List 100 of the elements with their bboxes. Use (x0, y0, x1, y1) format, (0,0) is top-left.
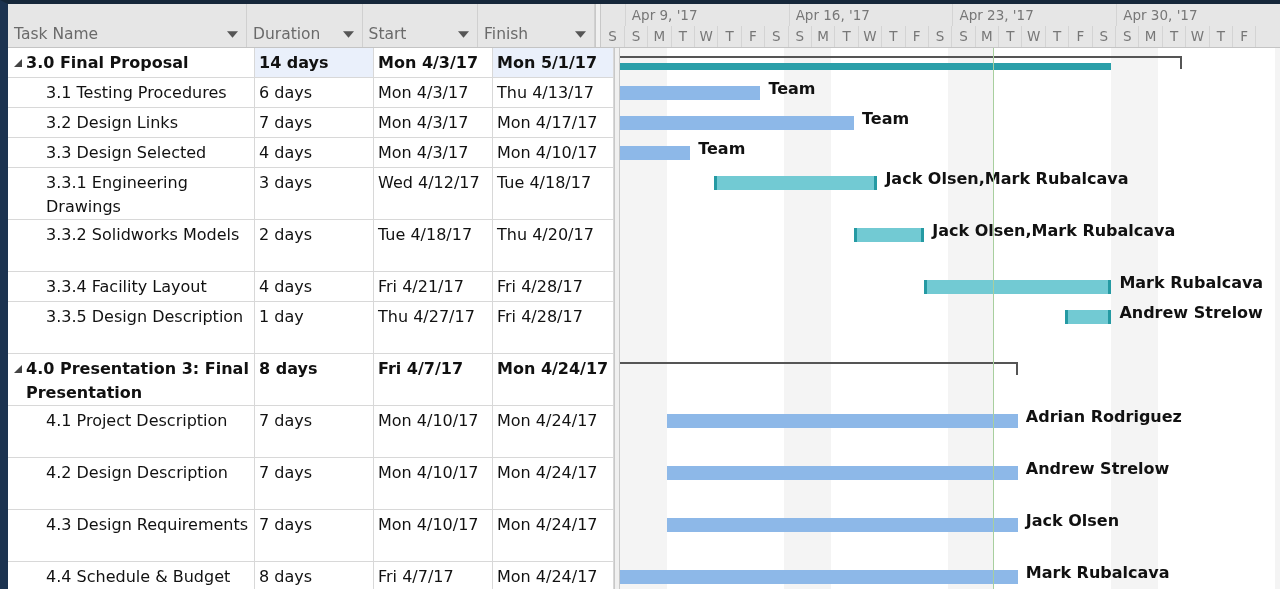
task-name: 4.1 Project Description (46, 410, 228, 432)
day-label: W (863, 28, 877, 44)
day-label: S (795, 28, 805, 44)
finish-cell-text: Mon 4/10/17 (497, 142, 598, 164)
task-name: 4.0 Presentation 3: Final Presentation (26, 358, 250, 404)
resource-label: Team (768, 79, 816, 98)
start-cell-text: Mon 4/10/17 (378, 462, 479, 484)
day-label: S (935, 28, 945, 44)
day-label: M (653, 28, 666, 44)
duration-cell-text: 8 days (259, 358, 318, 380)
column-header[interactable]: Task Name (14, 25, 99, 43)
duration-cell-text: 7 days (259, 462, 313, 484)
day-label: F (1240, 28, 1249, 44)
day-label: M (817, 28, 829, 44)
column-header[interactable]: Finish (484, 25, 529, 43)
start-cell-text: Mon 4/10/17 (378, 514, 479, 536)
start-cell-text: Mon 4/3/17 (378, 142, 469, 164)
day-label: W (699, 28, 713, 44)
start-cell-text: Fri 4/7/17 (378, 358, 464, 380)
task-name: 3.3.2 Solidworks Models (46, 224, 240, 246)
day-label: M (981, 28, 993, 44)
duration-cell-text: 6 days (259, 82, 313, 104)
day-label: S (1099, 28, 1109, 44)
day-label: F (912, 28, 921, 44)
finish-cell-text: Fri 4/28/17 (497, 306, 583, 328)
finish-cell-text: Mon 4/24/17 (497, 410, 598, 432)
finish-cell-text: Mon 4/17/17 (497, 112, 598, 134)
start-cell-text: Fri 4/21/17 (378, 276, 464, 298)
duration-cell-text: 8 days (259, 566, 313, 588)
finish-cell-text: Fri 4/28/17 (497, 276, 583, 298)
task-name: 4.3 Design Requirements (46, 514, 249, 536)
finish-cell-text: Tue 4/18/17 (497, 172, 592, 194)
resource-label: Mark Rubalcava (1025, 563, 1170, 582)
day-label: M (1144, 28, 1157, 44)
finish-cell-text: Mon 4/24/17 (497, 514, 598, 536)
start-cell-text: Tue 4/18/17 (378, 224, 473, 246)
resource-label: Mark Rubalcava (1119, 273, 1264, 292)
resource-label: Jack Olsen,Mark Rubalcava (885, 169, 1129, 188)
start-cell-text: Thu 4/27/17 (378, 306, 475, 328)
duration-cell-text: 1 day (259, 306, 304, 328)
day-label: F (749, 28, 757, 44)
day-label: T (678, 28, 687, 44)
day-label: T (725, 28, 734, 44)
dropdown-icon[interactable] (342, 31, 354, 38)
week-label: Apr 9, '17 (631, 7, 698, 23)
task-name: 3.3.4 Facility Layout (46, 276, 207, 298)
week-label: Apr 23, '17 (959, 7, 1034, 23)
duration-cell-text: 2 days (259, 224, 313, 246)
finish-cell-text: Mon 4/24/17 (497, 462, 598, 484)
resource-label: Andrew Strelow (1119, 303, 1263, 322)
day-label: F (1076, 28, 1085, 44)
day-label: W (1027, 28, 1041, 44)
day-label: T (1169, 28, 1179, 44)
collapse-icon[interactable] (14, 365, 22, 373)
start-cell-text: Mon 4/3/17 (378, 52, 479, 74)
resource-label: Team (862, 109, 910, 128)
task-name: 3.2 Design Links (46, 112, 178, 134)
start-cell-text: Mon 4/3/17 (378, 112, 469, 134)
duration-cell-text: 7 days (259, 514, 313, 536)
dropdown-icon[interactable] (458, 31, 470, 38)
day-label: T (1052, 28, 1062, 44)
dropdown-icon[interactable] (227, 31, 239, 38)
column-header[interactable]: Duration (253, 25, 321, 43)
finish-cell-text: Thu 4/20/17 (497, 224, 594, 246)
duration-cell-text: 14 days (259, 52, 329, 74)
day-label: T (889, 28, 898, 44)
task-name: 3.3 Design Selected (46, 142, 207, 164)
resource-label: Adrian Rodriguez (1025, 407, 1182, 426)
finish-cell-text: Mon 4/24/17 (497, 566, 598, 588)
resource-label: Andrew Strelow (1025, 459, 1170, 478)
day-label: W (1190, 28, 1205, 44)
resource-label: Jack Olsen,Mark Rubalcava (932, 221, 1176, 240)
finish-cell-text: Mon 4/24/17 (497, 358, 609, 380)
task-name: 3.1 Testing Procedures (46, 82, 227, 104)
task-name: 4.4 Schedule & Budget (46, 566, 231, 588)
day-label: T (1006, 28, 1015, 44)
finish-cell-text: Mon 5/1/17 (497, 52, 598, 74)
finish-cell-text: Thu 4/13/17 (497, 82, 594, 104)
duration-cell-text: 3 days (259, 172, 313, 194)
day-label: S (772, 28, 781, 44)
duration-cell-text: 4 days (259, 142, 313, 164)
duration-cell-text: 7 days (259, 112, 313, 134)
column-header[interactable]: Start (368, 25, 407, 43)
start-cell-text: Mon 4/3/17 (378, 82, 469, 104)
dropdown-icon[interactable] (575, 31, 587, 38)
task-name: 3.0 Final Proposal (26, 52, 189, 74)
collapse-icon[interactable] (14, 59, 22, 67)
resource-label: Team (698, 139, 746, 158)
start-cell-text: Wed 4/12/17 (378, 172, 480, 194)
start-cell-text: Fri 4/7/17 (378, 566, 454, 588)
day-label: T (1216, 28, 1225, 44)
task-name: 4.2 Design Description (46, 462, 228, 484)
day-label: S (959, 28, 968, 44)
week-label: Apr 30, '17 (1123, 7, 1198, 23)
day-label: T (842, 28, 851, 44)
day-label: S (608, 28, 617, 44)
week-label: Apr 16, '17 (795, 7, 870, 23)
day-label: S (1122, 28, 1132, 44)
duration-cell-text: 7 days (259, 410, 313, 432)
day-label: S (631, 28, 641, 44)
